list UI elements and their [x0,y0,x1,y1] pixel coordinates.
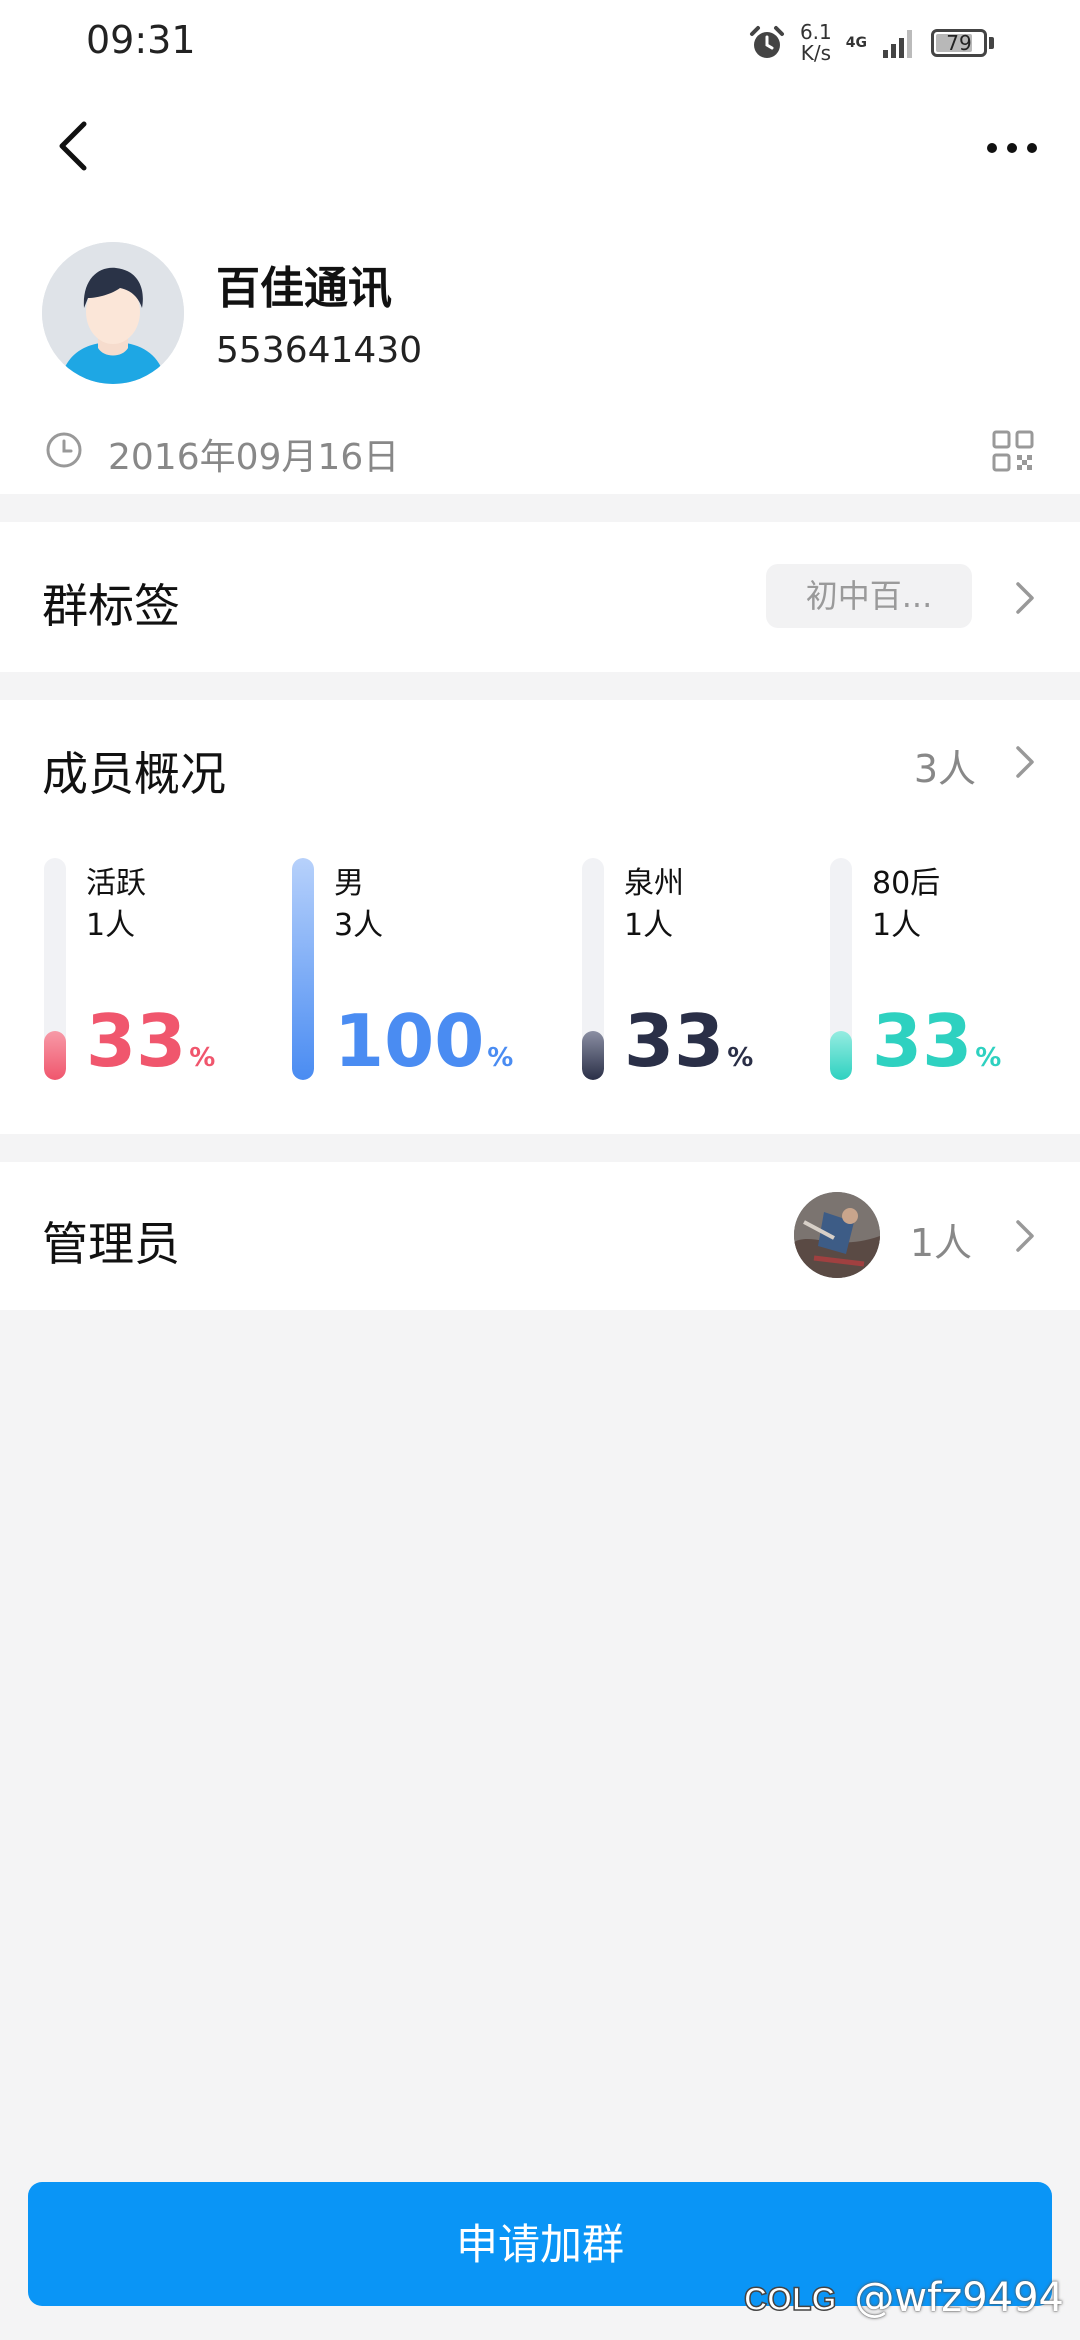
stat-bar-fill [44,1031,66,1080]
stat-count: 1人 [624,908,674,943]
admin-photo-icon [794,1192,880,1278]
member-count: 3人 [913,747,976,791]
clock-icon [46,432,82,468]
stat-count: 3人 [334,908,384,943]
stat-bar-track [292,858,314,1080]
alarm-icon [749,26,784,58]
stat-bar-fill [582,1031,604,1080]
signal-icon [883,30,912,58]
back-button[interactable] [44,114,108,178]
admin-avatar[interactable] [794,1192,880,1278]
group-id: 553641430 [216,330,423,371]
battery-tip [989,37,994,49]
created-date: 2016年09月16日 [108,437,400,478]
status-bar: 09:31 6.1 K/s 4G 79 [0,0,1080,84]
stat-bar-fill [830,1031,852,1080]
stat-count: 1人 [86,908,136,943]
battery-indicator: 79 [931,29,994,57]
stat-bar-fill [292,858,314,1080]
stat-percent-sign: % [975,1043,1002,1073]
net-speed-value: 6.1 [799,20,832,44]
stat-region: 泉州 1人 33% [582,858,822,1082]
chevron-right-icon [1016,746,1034,778]
stat-count: 1人 [872,908,922,943]
stat-percent-sign: % [487,1043,514,1073]
battery-icon: 79 [931,29,987,57]
apply-join-group-button[interactable]: 申请加群 [28,2182,1052,2306]
stat-label: 80后 [872,866,941,901]
stat-percent-sign: % [189,1043,216,1073]
stat-percent-value: 33 [872,999,973,1083]
stat-percent: 100% [334,1000,513,1099]
stat-percent: 33% [624,1000,753,1099]
stat-percent-value: 33 [86,999,187,1083]
group-profile-page: 09:31 6.1 K/s 4G 79 百佳通讯 553641430 2016年… [0,0,1080,2340]
stat-bar-track [44,858,66,1080]
stat-age: 80后 1人 33% [830,858,1070,1082]
members-overview-title: 成员概况 [42,747,226,801]
stat-label: 泉州 [624,866,684,901]
group-profile-header: 百佳通讯 553641430 2016年09月16日 [0,212,1080,494]
network-type: 4G [845,35,867,51]
group-tags-title: 群标签 [42,579,180,633]
members-overview[interactable]: 成员概况 3人 活跃 1人 33% 男 3人 100% 泉州 1人 33 % 8… [0,700,1080,1134]
stat-percent-sign: % [727,1043,754,1073]
status-icons: 6.1 K/s 4G 79 [748,18,994,68]
group-tag-chip[interactable]: 初中百... [766,564,972,628]
stat-label: 活跃 [86,866,146,901]
default-avatar-icon [42,242,184,384]
stat-bar-track [582,858,604,1080]
battery-level: 79 [946,31,972,55]
stat-percent: 33% [86,1000,215,1099]
admins-title: 管理员 [42,1217,180,1271]
chevron-right-icon [1016,582,1034,614]
net-speed: 6.1 K/s [800,22,832,64]
net-speed-unit: K/s [800,41,831,65]
group-avatar[interactable] [42,242,184,384]
more-button[interactable] [980,124,1044,172]
group-tags-row[interactable]: 群标签 初中百... [0,522,1080,672]
admin-count: 1人 [909,1221,972,1265]
stat-percent-value: 33 [624,999,725,1083]
chevron-right-icon [1016,1220,1034,1252]
status-time: 09:31 [86,18,196,62]
stat-label: 男 [334,866,364,901]
stat-active: 活跃 1人 33% [44,858,284,1082]
stat-male: 男 3人 100% [292,858,532,1082]
admins-row[interactable]: 管理员 1人 [0,1162,1080,1310]
stat-bar-track [830,858,852,1080]
qr-code-icon[interactable] [992,430,1034,472]
nav-bar [0,84,1080,212]
stat-percent: 33% [872,1000,1001,1099]
stat-percent-value: 100 [334,999,485,1083]
group-name: 百佳通讯 [216,263,392,314]
